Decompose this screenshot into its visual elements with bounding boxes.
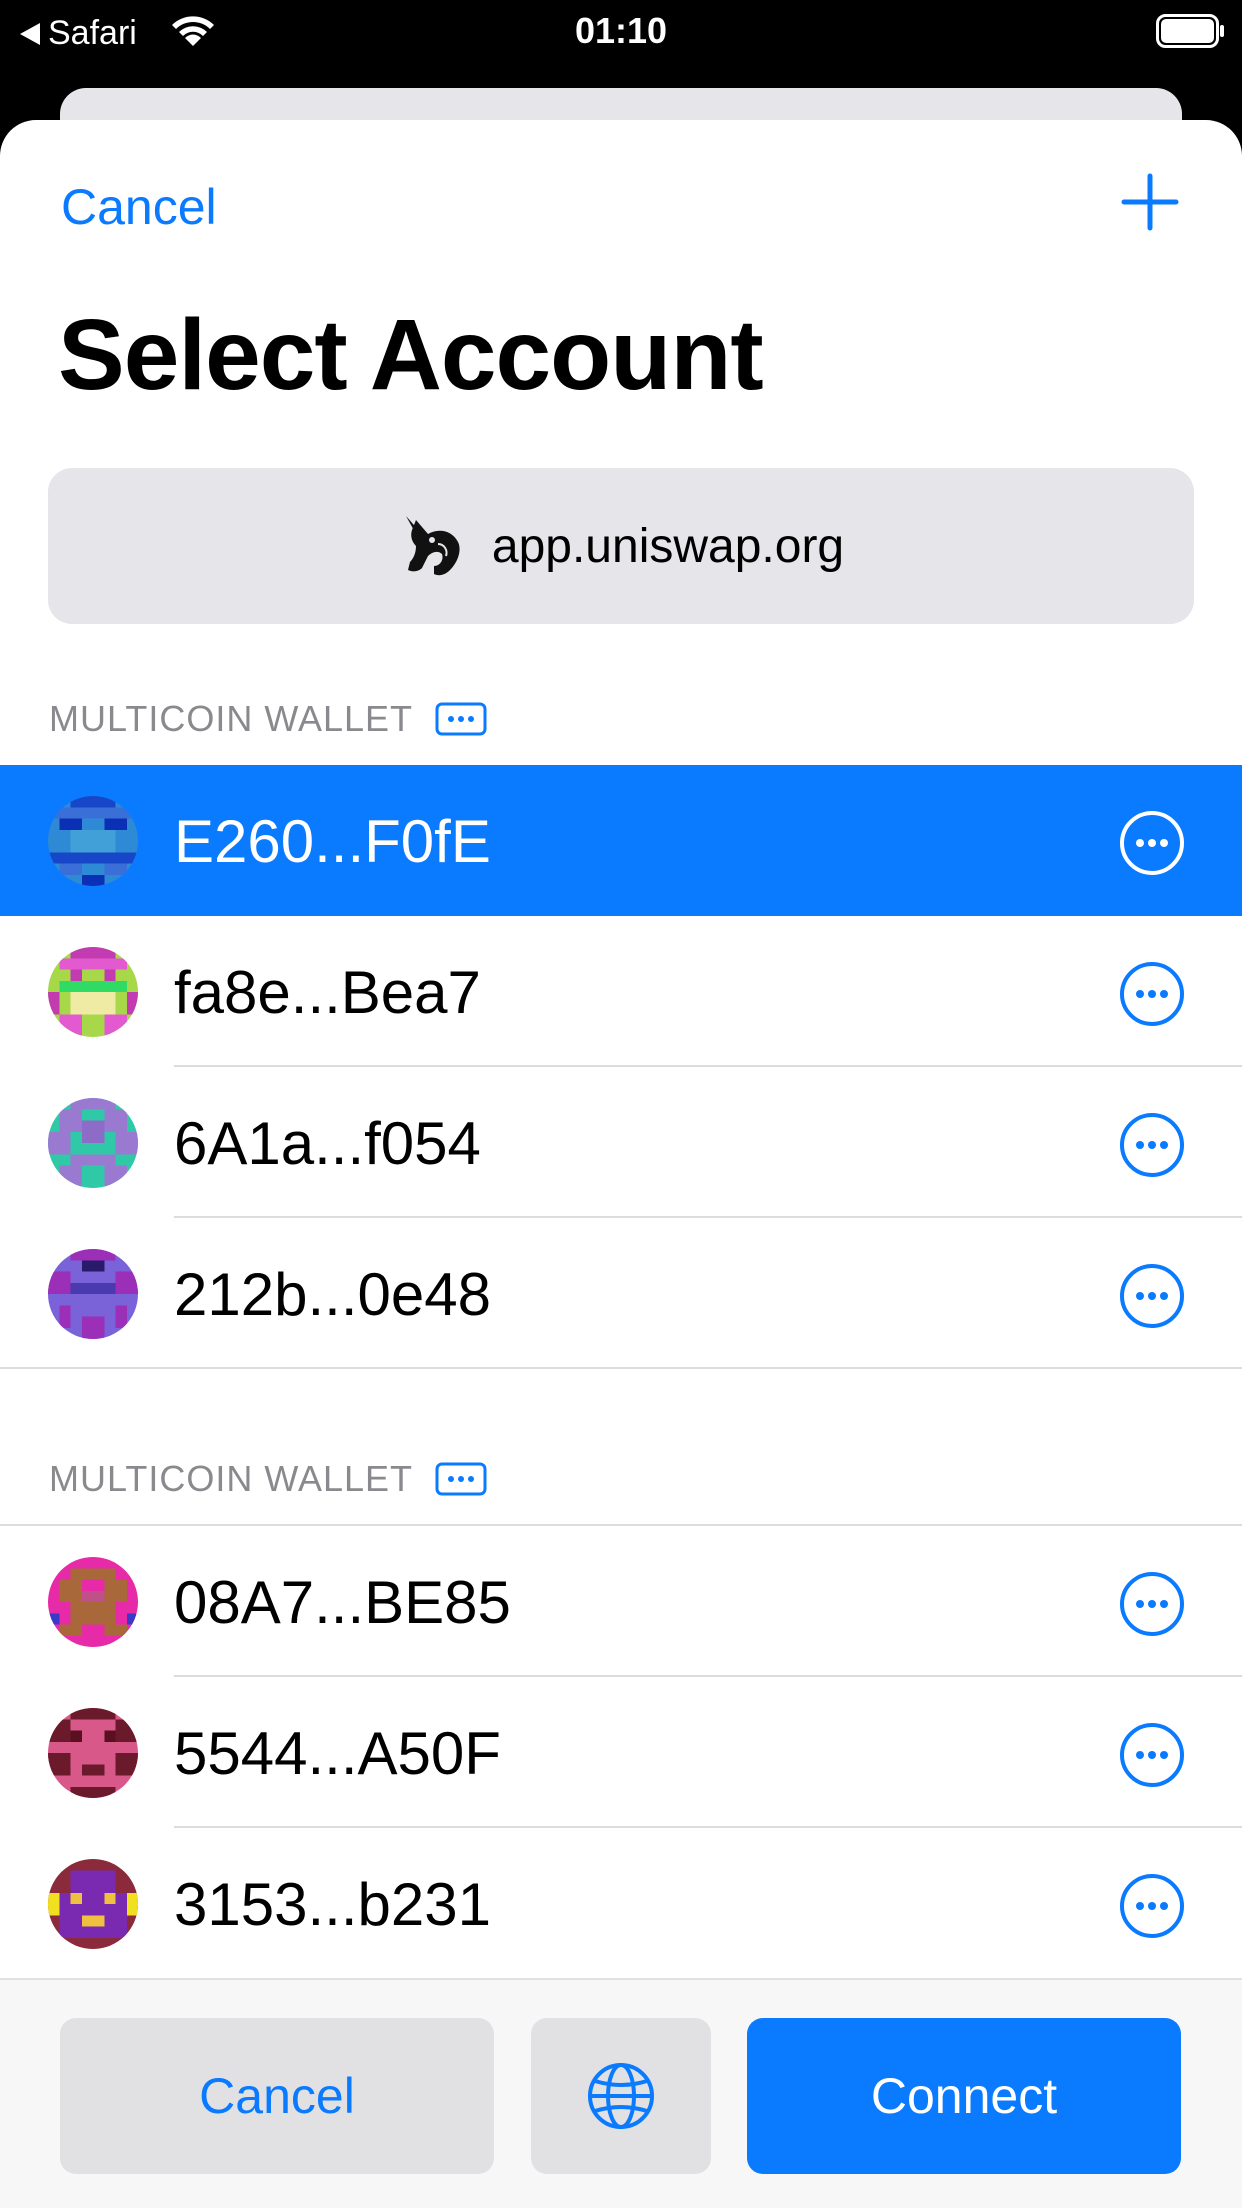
more-options-icon[interactable] (1119, 1112, 1185, 1178)
account-avatar (48, 1249, 138, 1339)
site-origin-pill: app.uniswap.org (48, 468, 1194, 624)
account-address: 212b...0e48 (174, 1261, 491, 1328)
more-options-icon[interactable] (1119, 1873, 1185, 1939)
uniswap-unicorn-logo (405, 516, 460, 576)
account-row[interactable]: 08A7...BE85 (0, 1526, 1242, 1677)
account-address: 6A1a...f054 (174, 1110, 481, 1177)
row-separator (0, 1367, 1242, 1369)
account-avatar (48, 1557, 138, 1647)
account-row[interactable]: 6A1a...f054 (0, 1067, 1242, 1218)
more-options-icon[interactable] (1119, 1571, 1185, 1637)
account-address: 3153...b231 (174, 1871, 491, 1938)
account-row[interactable]: E260...F0fE (0, 765, 1242, 916)
more-options-icon[interactable] (1119, 1722, 1185, 1788)
section-title: MULTICOIN WALLET (49, 698, 414, 739)
section-title: MULTICOIN WALLET (49, 1458, 414, 1499)
account-avatar (48, 947, 138, 1037)
section-header-2: MULTICOIN WALLET (49, 1458, 487, 1500)
ellipsis-badge-icon[interactable] (435, 1462, 487, 1496)
battery-icon (1156, 14, 1224, 48)
globe-icon (588, 2063, 654, 2129)
cancel-button[interactable]: Cancel (60, 2018, 494, 2174)
more-options-icon[interactable] (1119, 810, 1185, 876)
bottom-action-bar: Cancel Connect (0, 1978, 1242, 2208)
account-address: fa8e...Bea7 (174, 959, 481, 1026)
account-row[interactable]: 212b...0e48 (0, 1218, 1242, 1369)
ellipsis-badge-icon[interactable] (435, 702, 487, 736)
account-row[interactable]: fa8e...Bea7 (0, 916, 1242, 1067)
account-avatar (48, 1098, 138, 1188)
clock: 01:10 (574, 10, 668, 51)
account-list-2: 08A7...BE85 5544...A50F 3153...b231 (0, 1526, 1242, 1979)
account-address: 08A7...BE85 (174, 1569, 511, 1636)
section-header-1: MULTICOIN WALLET (49, 698, 487, 740)
account-list-1: E260...F0fE fa8e...Bea7 6A1a...f054 212b… (0, 765, 1242, 1369)
more-options-icon[interactable] (1119, 1263, 1185, 1329)
page-title: Select Account (58, 299, 764, 411)
connect-button[interactable]: Connect (747, 2018, 1181, 2174)
more-options-icon[interactable] (1119, 961, 1185, 1027)
plus-icon[interactable] (1120, 172, 1180, 232)
account-avatar (48, 1859, 138, 1949)
globe-button[interactable] (531, 2018, 711, 2174)
status-bar: Safari 01:10 (0, 0, 1242, 62)
account-avatar (48, 796, 138, 886)
account-avatar (48, 1708, 138, 1798)
account-address: E260...F0fE (174, 808, 491, 875)
nav-cancel-button[interactable]: Cancel (61, 178, 217, 236)
account-address: 5544...A50F (174, 1720, 501, 1787)
select-account-sheet: Cancel Select Account app.uniswap.org MU… (0, 120, 1242, 2208)
site-domain: app.uniswap.org (491, 519, 845, 573)
account-row[interactable]: 5544...A50F (0, 1677, 1242, 1828)
account-row[interactable]: 3153...b231 (0, 1828, 1242, 1979)
